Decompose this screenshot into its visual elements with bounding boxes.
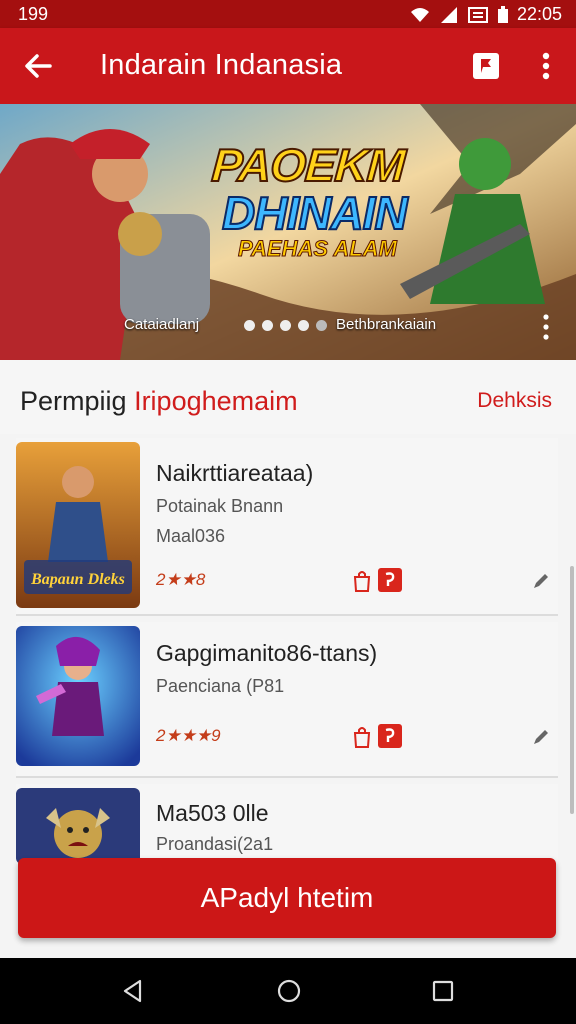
notification-icon	[467, 6, 488, 23]
signal-icon	[440, 6, 457, 23]
thumbnail-title-art: Bapaun Dleks	[30, 571, 125, 588]
game-name: Gapgimanito86-ttans)	[156, 640, 378, 666]
nav-back-icon[interactable]	[120, 978, 146, 1004]
shopping-bag-icon[interactable]	[352, 726, 372, 748]
banner-right-caption: Bethbrankaiain	[336, 316, 437, 333]
play-store-icon[interactable]	[378, 568, 402, 592]
carousel-indicator[interactable]	[244, 320, 327, 331]
carousel-dot[interactable]	[280, 320, 291, 331]
section-title-accent: Iripoghemaim	[134, 386, 298, 416]
carousel-dot[interactable]	[316, 320, 327, 331]
report-flag-icon[interactable]	[472, 52, 500, 80]
nav-recents-icon[interactable]	[432, 980, 454, 1002]
game-list-item[interactable]: Gapgimanito86-ttans) Paenciana (P81 2★★★…	[16, 622, 558, 778]
game-name: Ma503 0lle	[156, 800, 269, 826]
section-title: Permpiig Iripoghemaim	[20, 386, 298, 417]
game-thumbnail[interactable]	[16, 626, 140, 766]
game-detail: Maal036	[156, 526, 226, 546]
game-subtitle: Paenciana (P81	[156, 676, 285, 696]
status-time: 22:05	[516, 4, 562, 24]
back-arrow-icon[interactable]	[20, 48, 56, 84]
carousel-dot[interactable]	[262, 320, 273, 331]
wifi-icon	[410, 7, 429, 22]
featured-banner[interactable]: PAOEKM DHINAIN PAEHAS ALAM Cataiadlanj B…	[0, 104, 576, 360]
banner-logo-line1: PAOEKM	[209, 138, 407, 192]
see-more-link[interactable]: Dehksis	[477, 389, 552, 413]
carousel-dot[interactable]	[244, 320, 255, 331]
status-icons: 22:05	[409, 4, 562, 25]
app-bar: Indarain Indanasia	[0, 28, 576, 104]
edit-pencil-icon[interactable]	[532, 728, 550, 746]
scrollbar[interactable]	[570, 566, 574, 814]
banner-left-caption: Cataiadlanj	[124, 316, 200, 333]
game-rating: 2★★8	[156, 570, 206, 589]
game-subtitle: Potainak Bnann	[156, 496, 284, 516]
game-list-item[interactable]: Ma503 0lle Proandasi(2a1	[16, 784, 558, 864]
edit-pencil-icon[interactable]	[532, 572, 550, 590]
status-bar: 199 22:05	[0, 0, 576, 28]
game-rating: 2★★★9	[156, 726, 221, 745]
nav-home-icon[interactable]	[276, 978, 302, 1004]
page-title: Indarain Indanasia	[100, 49, 343, 81]
shopping-bag-icon[interactable]	[352, 570, 372, 592]
carousel-dot[interactable]	[298, 320, 309, 331]
game-subtitle: Proandasi(2a1	[156, 834, 274, 854]
game-name: Naikrttiareataa)	[156, 460, 314, 486]
section-title-main: Permpiig	[20, 386, 127, 416]
game-thumbnail[interactable]	[16, 788, 140, 864]
banner-logo-line2: DHINAIN	[221, 186, 409, 240]
play-store-icon[interactable]	[378, 724, 402, 748]
system-nav-bar	[0, 958, 576, 1024]
game-list-item[interactable]: Bapaun Dleks Naikrttiareataa) Potainak B…	[16, 438, 558, 616]
banner-logo-line3: PAEHAS ALAM	[238, 236, 398, 262]
battery-icon	[497, 5, 508, 23]
primary-action-button[interactable]: APadyl htetim	[18, 858, 556, 938]
status-left-text: 199	[18, 4, 49, 24]
more-options-icon[interactable]	[532, 50, 560, 82]
game-thumbnail[interactable]: Bapaun Dleks	[16, 442, 140, 608]
banner-more-icon[interactable]	[538, 312, 554, 342]
